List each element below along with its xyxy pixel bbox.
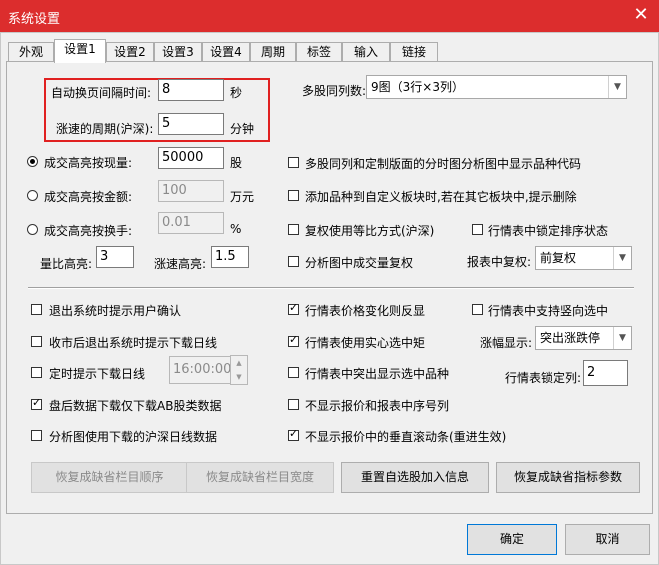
equal-ratio-label: 复权使用等比方式(沪深) xyxy=(305,224,435,238)
tab-settings3[interactable]: 设置3 xyxy=(154,42,202,62)
chevron-down-icon: ▼ xyxy=(613,247,631,269)
cb-show-code[interactable] xyxy=(288,157,299,168)
turnover-label: 成交高亮按换手: xyxy=(44,224,133,238)
exit-confirm-label: 退出系统时提示用户确认 xyxy=(49,304,182,318)
auto-page-unit: 秒 xyxy=(230,86,243,100)
auto-page-input[interactable]: 8 xyxy=(158,79,224,101)
radio-vol[interactable] xyxy=(27,156,38,167)
fq-select[interactable]: 前复权 ▼ xyxy=(535,246,632,270)
window-title: 系统设置 xyxy=(8,12,61,27)
restore-params-button[interactable]: 恢复成缺省指标参数 xyxy=(496,462,640,493)
divider xyxy=(28,287,634,289)
time-spinner[interactable]: ▲ ▼ xyxy=(230,355,248,385)
restore-order-button[interactable]: 恢复成缺省栏目顺序 xyxy=(31,462,188,493)
add-prompt-delete-label: 添加品种到自定义板块时,若在其它板块中,提示删除 xyxy=(305,190,577,204)
lock-col-input[interactable]: 2 xyxy=(583,360,628,386)
zf-value: 突出涨跌停 xyxy=(540,331,601,345)
auto-page-label: 自动换页间隔时间: xyxy=(51,86,152,100)
cb-solid-select[interactable] xyxy=(288,333,299,347)
ab-only-label: 盘后数据下载仅下载AB股类数据 xyxy=(49,399,222,413)
tab-settings2[interactable]: 设置2 xyxy=(106,42,154,62)
rise-period-input[interactable]: 5 xyxy=(158,113,224,135)
cb-timed-download[interactable] xyxy=(31,367,42,378)
zf-select[interactable]: 突出涨跌停 ▼ xyxy=(535,326,632,350)
rise-period-unit: 分钟 xyxy=(230,122,255,136)
cb-volume-adjust[interactable] xyxy=(288,256,299,267)
amount-label: 成交高亮按金额: xyxy=(44,190,133,204)
amount-input[interactable]: 100 xyxy=(158,180,224,202)
multi-stock-value: 9图（3行×3列） xyxy=(371,80,464,94)
cb-exit-download[interactable] xyxy=(31,336,42,347)
fq-value: 前复权 xyxy=(540,251,577,265)
vol-unit: 股 xyxy=(230,156,243,170)
cb-lock-sort[interactable] xyxy=(472,224,483,235)
cb-ab-only[interactable] xyxy=(31,396,42,410)
cb-highlight-selected[interactable] xyxy=(288,367,299,378)
ok-button[interactable]: 确定 xyxy=(467,524,557,555)
vol-label: 成交高亮按现量: xyxy=(44,156,133,170)
tab-settings1[interactable]: 设置1 xyxy=(54,39,106,63)
multi-stock-label: 多股同列数: xyxy=(302,84,367,98)
cb-vertical-select[interactable] xyxy=(472,304,483,315)
cancel-button[interactable]: 取消 xyxy=(565,524,650,555)
speed-label: 涨速高亮: xyxy=(154,257,207,271)
radio-turnover[interactable] xyxy=(27,224,38,235)
title-bar xyxy=(0,0,659,32)
tab-appearance[interactable]: 外观 xyxy=(8,42,54,62)
use-downloaded-label: 分析图使用下载的沪深日线数据 xyxy=(49,430,218,444)
radio-amount[interactable] xyxy=(27,190,38,201)
ratio-label: 量比高亮: xyxy=(40,257,93,271)
chevron-down-icon: ▼ xyxy=(608,76,626,98)
time-input[interactable]: 16:00:00 xyxy=(169,356,231,384)
amount-unit: 万元 xyxy=(230,190,255,204)
ratio-input[interactable]: 3 xyxy=(96,246,134,268)
vol-input[interactable]: 50000 xyxy=(158,147,224,169)
price-reverse-label: 行情表价格变化则反显 xyxy=(305,304,426,318)
tab-labels[interactable]: 标签 xyxy=(296,42,342,62)
cb-exit-confirm[interactable] xyxy=(31,304,42,315)
chevron-down-icon: ▼ xyxy=(613,327,631,349)
vertical-select-label: 行情表中支持竖向选中 xyxy=(488,304,609,318)
tab-period[interactable]: 周期 xyxy=(250,42,296,62)
restore-width-button[interactable]: 恢复成缺省栏目宽度 xyxy=(186,462,334,493)
lock-sort-label: 行情表中锁定排序状态 xyxy=(488,224,609,238)
highlight-selected-label: 行情表中突出显示选中品种 xyxy=(305,367,450,381)
reset-self-stock-button[interactable]: 重置自选股加入信息 xyxy=(341,462,489,493)
tab-settings4[interactable]: 设置4 xyxy=(202,42,250,62)
tab-links[interactable]: 链接 xyxy=(390,42,438,62)
exit-download-label: 收市后退出系统时提示下载日线 xyxy=(49,336,218,350)
turnover-input[interactable]: 0.01 xyxy=(158,212,224,234)
hide-index-col-label: 不显示报价和报表中序号列 xyxy=(305,399,450,413)
cb-price-reverse[interactable] xyxy=(288,301,299,315)
hide-scrollbar-label: 不显示报价中的垂直滚动条(重进生效) xyxy=(305,430,507,444)
rise-period-label: 涨速的周期(沪深): xyxy=(56,122,154,136)
speed-input[interactable]: 1.5 xyxy=(211,246,249,268)
show-code-label: 多股同列和定制版面的分时图分析图中显示品种代码 xyxy=(305,157,582,171)
tab-input[interactable]: 输入 xyxy=(342,42,390,62)
close-icon[interactable]: ✕ xyxy=(629,4,653,26)
cb-add-prompt-delete[interactable] xyxy=(288,190,299,201)
volume-adjust-label: 分析图中成交量复权 xyxy=(305,256,414,270)
fq-label: 报表中复权: xyxy=(467,255,532,269)
multi-stock-select[interactable]: 9图（3行×3列） ▼ xyxy=(366,75,627,99)
turnover-unit: % xyxy=(230,222,242,236)
solid-select-label: 行情表使用实心选中矩 xyxy=(305,336,426,350)
cb-equal-ratio[interactable] xyxy=(288,224,299,235)
lock-col-label: 行情表锁定列: xyxy=(505,371,582,385)
zf-label: 涨幅显示: xyxy=(480,336,533,350)
timed-download-label: 定时提示下载日线 xyxy=(49,367,146,381)
cb-use-downloaded[interactable] xyxy=(31,430,42,441)
cb-hide-scrollbar[interactable] xyxy=(288,427,299,441)
cb-hide-index-col[interactable] xyxy=(288,399,299,410)
